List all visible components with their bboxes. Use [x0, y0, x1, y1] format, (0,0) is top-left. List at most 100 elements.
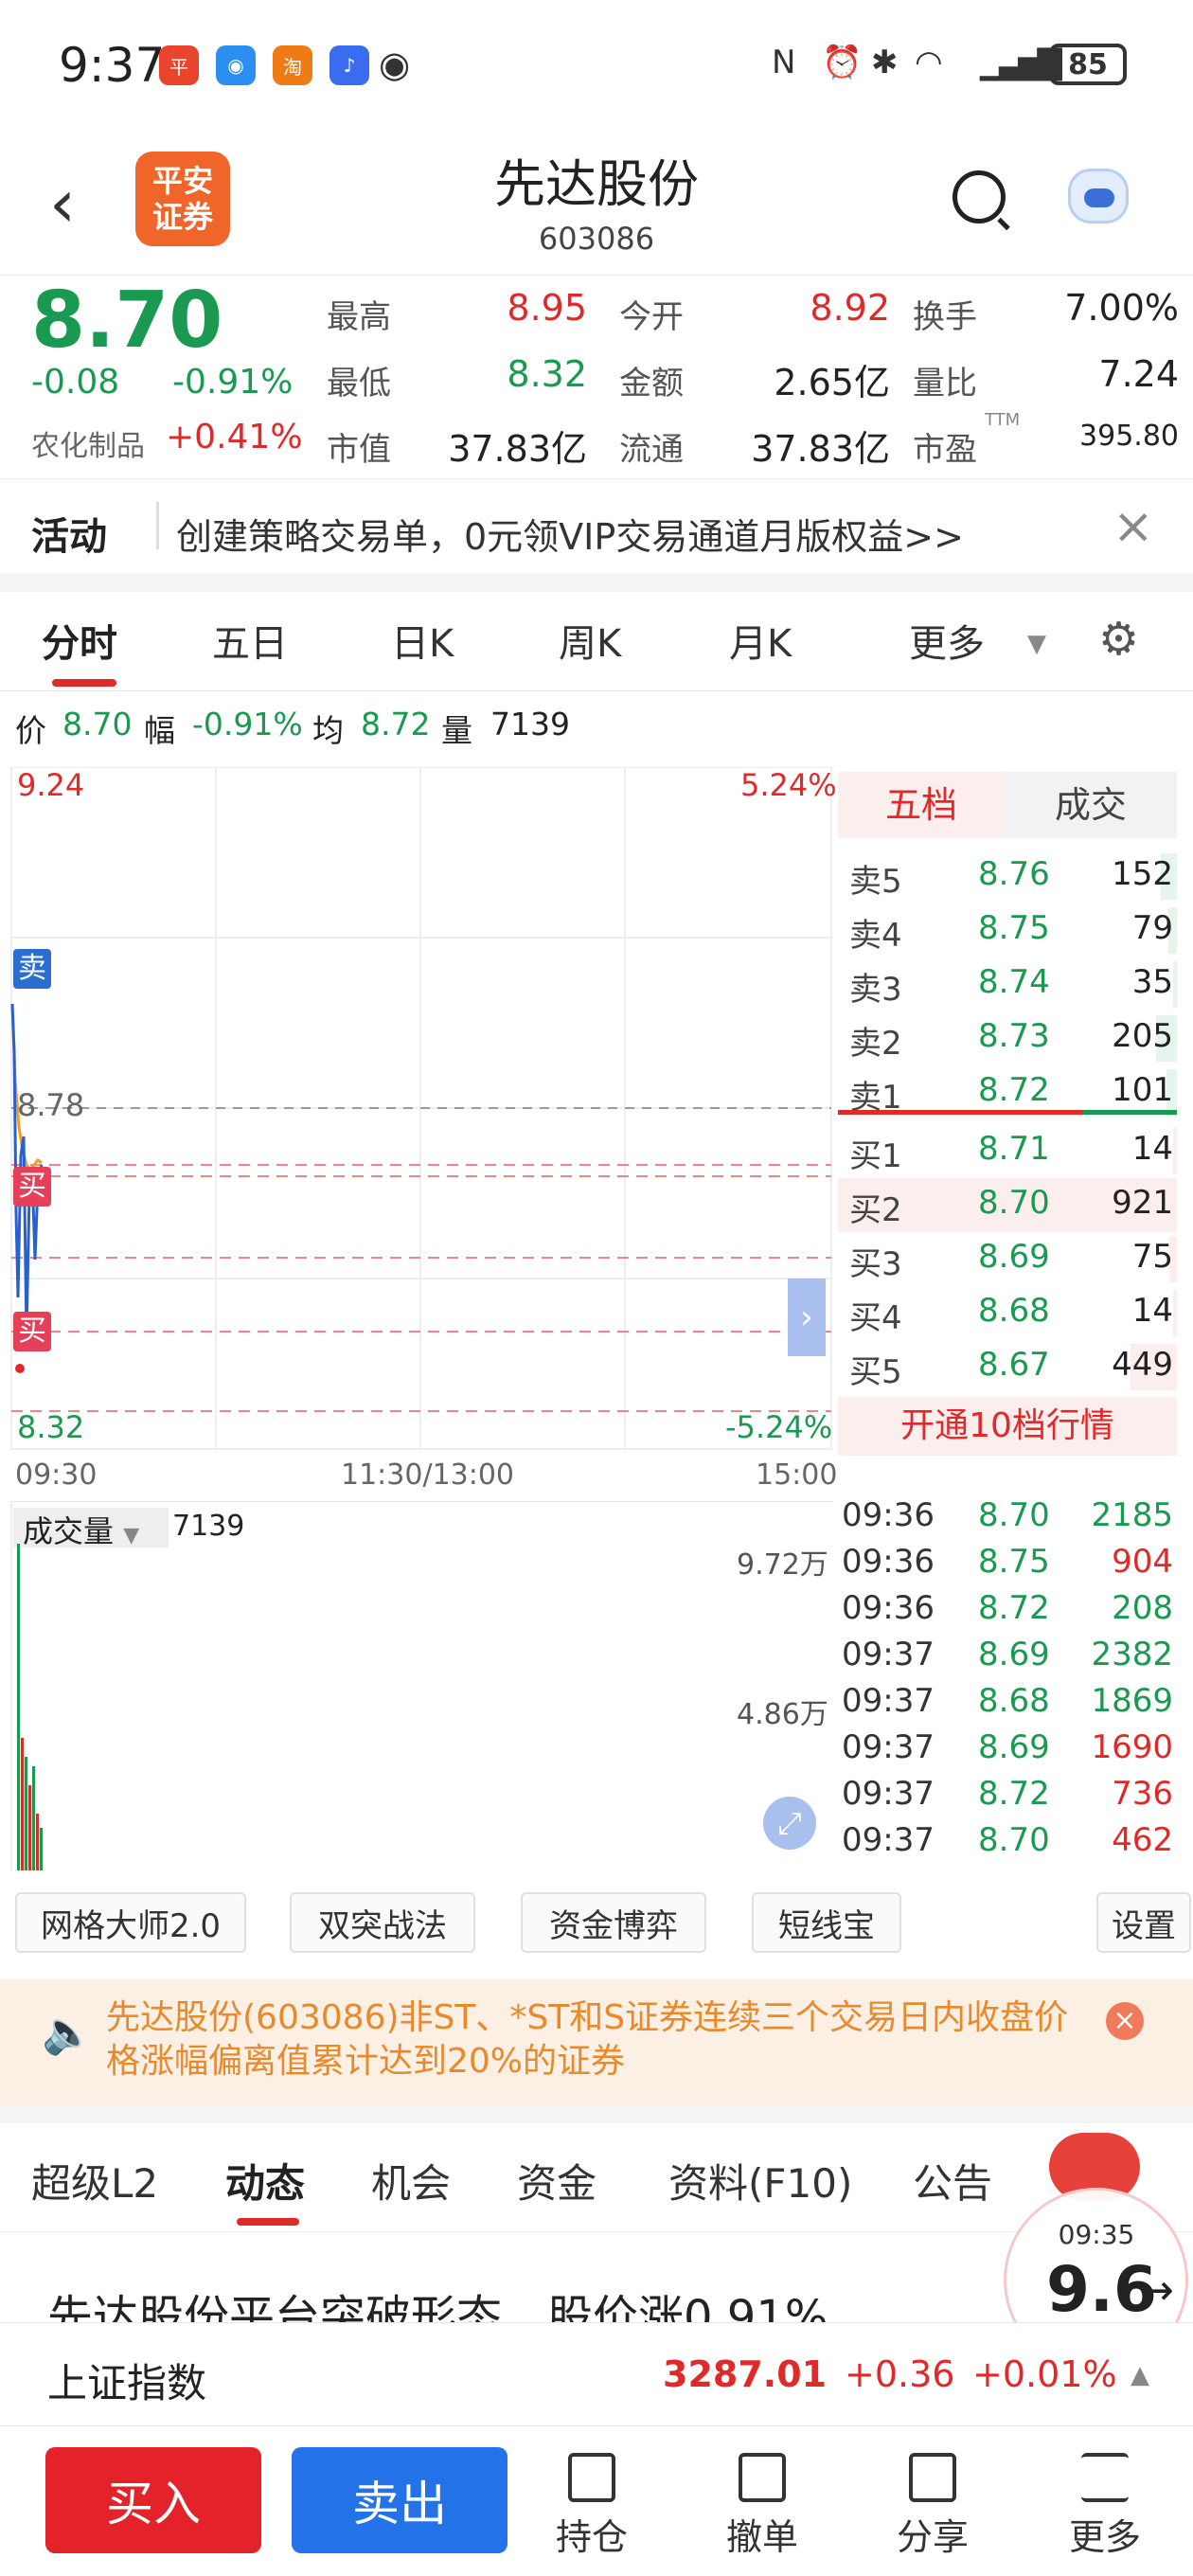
buy-tag[interactable]: 买: [13, 1312, 51, 1351]
tab-intraday[interactable]: 分时: [42, 613, 117, 668]
score-time: 09:35: [1058, 2219, 1135, 2250]
volume-fill-bar: [1173, 1128, 1177, 1174]
notice-text: 先达股份(603086)非ST、*ST和S证券连续三个交易日内收盘价格涨幅偏离值…: [106, 1998, 1069, 2081]
more-button[interactable]: 更多: [1053, 2453, 1157, 2560]
ask-bid-divider-green: [1082, 1110, 1177, 1115]
quote-panel: 8.70 -0.08 -0.91% 农化制品 +0.41% 最高 8.95 今开 8.…: [0, 275, 1193, 478]
intraday-chart[interactable]: 9.24 5.24% 8.32 -5.24% 8.78 卖 买 买 ›: [9, 767, 837, 1454]
trade-row: 09:37 8.70 462: [838, 1821, 1177, 1867]
price-value: 8.70: [62, 706, 133, 742]
quote-field-value: 8.95: [507, 287, 587, 329]
bank-app-icon: 平: [159, 45, 199, 85]
search-icon[interactable]: [953, 170, 1006, 224]
avg-label: 均: [312, 712, 344, 749]
level-volume: 152: [1112, 855, 1173, 893]
divider: [0, 2104, 1193, 2123]
tab-announcements[interactable]: 公告: [913, 2152, 992, 2209]
index-value: 3287.01: [663, 2353, 828, 2395]
bid-row[interactable]: 买5 8.67 449: [838, 1340, 1177, 1394]
level-volume: 921: [1112, 1184, 1173, 1222]
news-headline[interactable]: 先达股份平台突破形态，股价涨0.91%: [47, 2280, 828, 2322]
level-price: 8.69: [978, 1238, 1050, 1276]
quote-field-value: 7.24: [1098, 353, 1179, 395]
bid-row[interactable]: 买2 8.70 921: [838, 1178, 1177, 1232]
assistant-robot-icon[interactable]: [1068, 169, 1129, 224]
quote-field-value: 37.83亿: [751, 428, 890, 470]
notice-close-icon[interactable]: ×: [1106, 2002, 1144, 2040]
ask-row[interactable]: 卖3 8.74 35: [838, 957, 1177, 1011]
sell-button[interactable]: 卖出: [292, 2447, 507, 2553]
arrow-right-icon: →: [1139, 2266, 1174, 2315]
tab-opportunity[interactable]: 机会: [371, 2152, 451, 2209]
chevron-down-icon[interactable]: ▼: [1027, 630, 1046, 658]
tab-weekly-k[interactable]: 周K: [559, 613, 621, 668]
trade-volume: 1690: [1091, 1728, 1173, 1766]
level-price: 8.73: [978, 1017, 1050, 1055]
level-label: 买1: [849, 1137, 902, 1175]
level-volume: 449: [1112, 1346, 1173, 1384]
menu-icon: [1081, 2453, 1129, 2502]
ask-row[interactable]: 卖5 8.76 152: [838, 850, 1177, 903]
volume-fill-bar: [1173, 1290, 1177, 1336]
trade-dot: [15, 1364, 25, 1373]
ask-row[interactable]: 卖4 8.75 79: [838, 903, 1177, 957]
double-breakout-button[interactable]: 双突战法: [290, 1892, 475, 1953]
buy-tag[interactable]: 买: [13, 1167, 51, 1207]
bid-row[interactable]: 买1 8.71 14: [838, 1124, 1177, 1178]
buy-button[interactable]: 买入: [45, 2447, 261, 2553]
trade-price: 8.70: [978, 1821, 1050, 1859]
stock-name: 先达股份: [494, 154, 699, 214]
battery-icon: 85: [1049, 44, 1127, 85]
trade-volume: 462: [1112, 1821, 1173, 1859]
volume-bars: [10, 1501, 43, 1870]
open-ten-levels-button[interactable]: 开通10档行情: [838, 1397, 1177, 1456]
sell-tag[interactable]: 卖: [13, 949, 51, 989]
share-button[interactable]: 分享: [881, 2453, 985, 2560]
capital-game-button[interactable]: 资金博弈: [521, 1892, 706, 1953]
positions-icon: [568, 2453, 615, 2502]
bid-row[interactable]: 买3 8.69 75: [838, 1232, 1177, 1286]
tab-more[interactable]: 更多: [909, 613, 985, 668]
trade-row: 09:37 8.69 2382: [838, 1636, 1177, 1681]
tab-daily-k[interactable]: 日K: [391, 613, 454, 668]
chevron-up-icon[interactable]: ▲: [1131, 2361, 1149, 2389]
trade-time: 09:37: [842, 1821, 935, 1859]
trade-time: 09:37: [842, 1682, 935, 1720]
activity-banner[interactable]: 活动 创建策略交易单，0元领VIP交易通道月版权益>> ×: [0, 478, 1193, 573]
level-volume: 14: [1131, 1130, 1173, 1168]
tab-monthly-k[interactable]: 月K: [729, 613, 792, 668]
tab-f10[interactable]: 资料(F10): [668, 2152, 852, 2209]
close-icon[interactable]: ×: [1113, 498, 1154, 555]
fullscreen-icon[interactable]: ⤢: [763, 1797, 816, 1850]
settings-gear-icon[interactable]: ⚙: [1098, 613, 1139, 666]
volume-bar: [25, 1757, 27, 1870]
index-name: 上证指数: [47, 2360, 207, 2406]
tools-settings-button[interactable]: 设置: [1096, 1892, 1191, 1953]
vol-label: 量: [441, 712, 472, 749]
positions-button[interactable]: 持仓: [540, 2453, 644, 2560]
trade-volume: 208: [1112, 1589, 1173, 1627]
tab-news[interactable]: 动态: [225, 2152, 305, 2209]
amp-value: -0.91%: [192, 706, 303, 742]
share-icon: [909, 2453, 956, 2502]
volume-chart[interactable]: 9.72万 4.86万 ⤢: [9, 1501, 833, 1870]
expand-panel-arrow-icon[interactable]: ›: [788, 1279, 826, 1356]
trade-time: 09:36: [842, 1543, 935, 1581]
cancel-order-button[interactable]: 撤单: [710, 2453, 814, 2560]
tab-trades[interactable]: 成交: [1005, 772, 1177, 838]
tab-five-day[interactable]: 五日: [212, 613, 288, 668]
ask-row[interactable]: 卖2 8.73 205: [838, 1011, 1177, 1065]
cancel-order-icon: [739, 2453, 786, 2502]
grid-master-button[interactable]: 网格大师2.0: [15, 1892, 246, 1953]
index-bar[interactable]: 上证指数 3287.01 +0.36 +0.01% ▲: [0, 2322, 1193, 2426]
tab-five-levels[interactable]: 五档: [838, 772, 1005, 838]
volume-fill-bar: [1173, 961, 1177, 1008]
bid-row[interactable]: 买4 8.68 14: [838, 1286, 1177, 1340]
tab-funds[interactable]: 资金: [517, 2152, 596, 2209]
activity-text[interactable]: 创建策略交易单，0元领VIP交易通道月版权益>>: [176, 508, 964, 560]
tab-super-l2[interactable]: 超级L2: [31, 2152, 158, 2209]
short-term-button[interactable]: 短线宝: [752, 1892, 901, 1953]
sector-name[interactable]: 农化制品: [31, 422, 145, 464]
bluetooth-icon: ✱: [871, 44, 899, 81]
active-subtab-indicator: [237, 2218, 299, 2226]
